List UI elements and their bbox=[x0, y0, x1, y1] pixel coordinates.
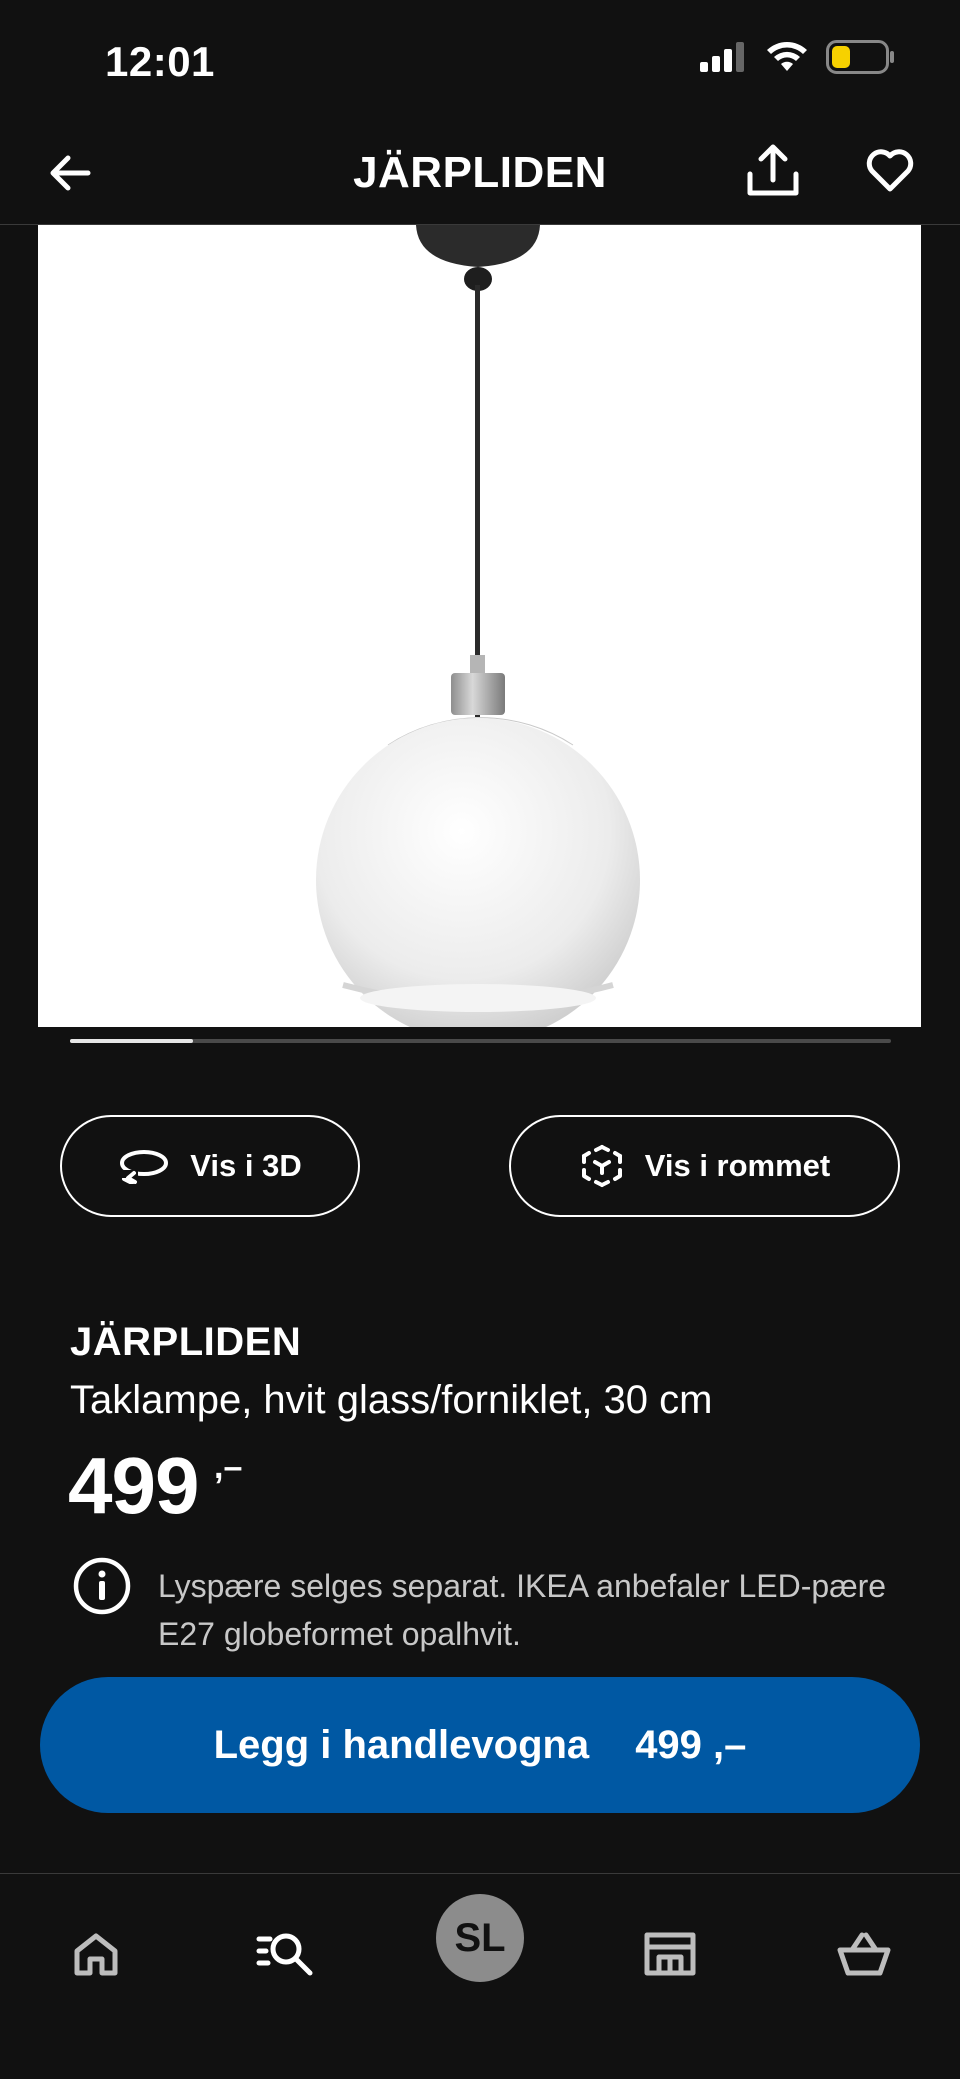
product-price: 499 bbox=[68, 1441, 199, 1530]
wifi-icon bbox=[767, 42, 807, 71]
heart-icon bbox=[866, 149, 914, 192]
nav-profile-avatar[interactable]: SL bbox=[436, 1894, 524, 1982]
gallery-progress bbox=[70, 1039, 891, 1043]
nav-cart[interactable] bbox=[824, 1914, 904, 1994]
view-3d-button[interactable]: Vis i 3D bbox=[60, 1115, 360, 1217]
cellular-signal-icon bbox=[700, 42, 744, 72]
product-description: Taklampe, hvit glass/forniklet, 30 cm bbox=[70, 1378, 713, 1422]
bottom-navigation: SL bbox=[0, 1873, 960, 2079]
add-to-cart-label: Legg i handlevogna bbox=[213, 1722, 590, 1767]
product-image[interactable] bbox=[38, 225, 921, 1027]
info-icon bbox=[72, 1556, 132, 1616]
status-time: 12:01 bbox=[105, 38, 215, 85]
product-name: JÄRPLIDEN bbox=[70, 1320, 302, 1364]
add-to-cart-price: 499 ,– bbox=[635, 1722, 747, 1767]
add-to-cart-button[interactable]: Legg i handlevogna 499 ,– bbox=[40, 1677, 920, 1813]
bulb-info-text: Lyspære selges separat. IKEA anbefaler L… bbox=[158, 1568, 887, 1652]
favorite-button[interactable] bbox=[864, 144, 916, 196]
view-in-room-label: Vis i rommet bbox=[644, 1148, 831, 1183]
page-title: JÄRPLIDEN bbox=[353, 148, 607, 197]
status-icons bbox=[700, 40, 896, 74]
basket-icon bbox=[837, 1932, 891, 1976]
product-price-suffix: ,– bbox=[214, 1448, 243, 1486]
nav-search[interactable] bbox=[246, 1914, 326, 1994]
ar-cube-icon bbox=[581, 1145, 622, 1187]
rotate-3d-icon bbox=[120, 1150, 169, 1184]
share-icon bbox=[747, 144, 799, 196]
nav-home[interactable] bbox=[56, 1914, 136, 1994]
search-list-icon bbox=[256, 1933, 313, 1976]
view-3d-label: Vis i 3D bbox=[190, 1148, 302, 1183]
store-icon bbox=[644, 1932, 696, 1976]
battery-icon bbox=[826, 40, 894, 74]
share-button[interactable] bbox=[745, 140, 801, 200]
gallery-progress-fill bbox=[70, 1039, 194, 1043]
pendant-lamp-image bbox=[316, 225, 640, 1027]
top-bar: JÄRPLIDEN bbox=[0, 130, 960, 225]
nav-store[interactable] bbox=[630, 1914, 710, 1994]
view-in-room-button[interactable]: Vis i rommet bbox=[509, 1115, 900, 1217]
home-icon bbox=[74, 1933, 118, 1976]
